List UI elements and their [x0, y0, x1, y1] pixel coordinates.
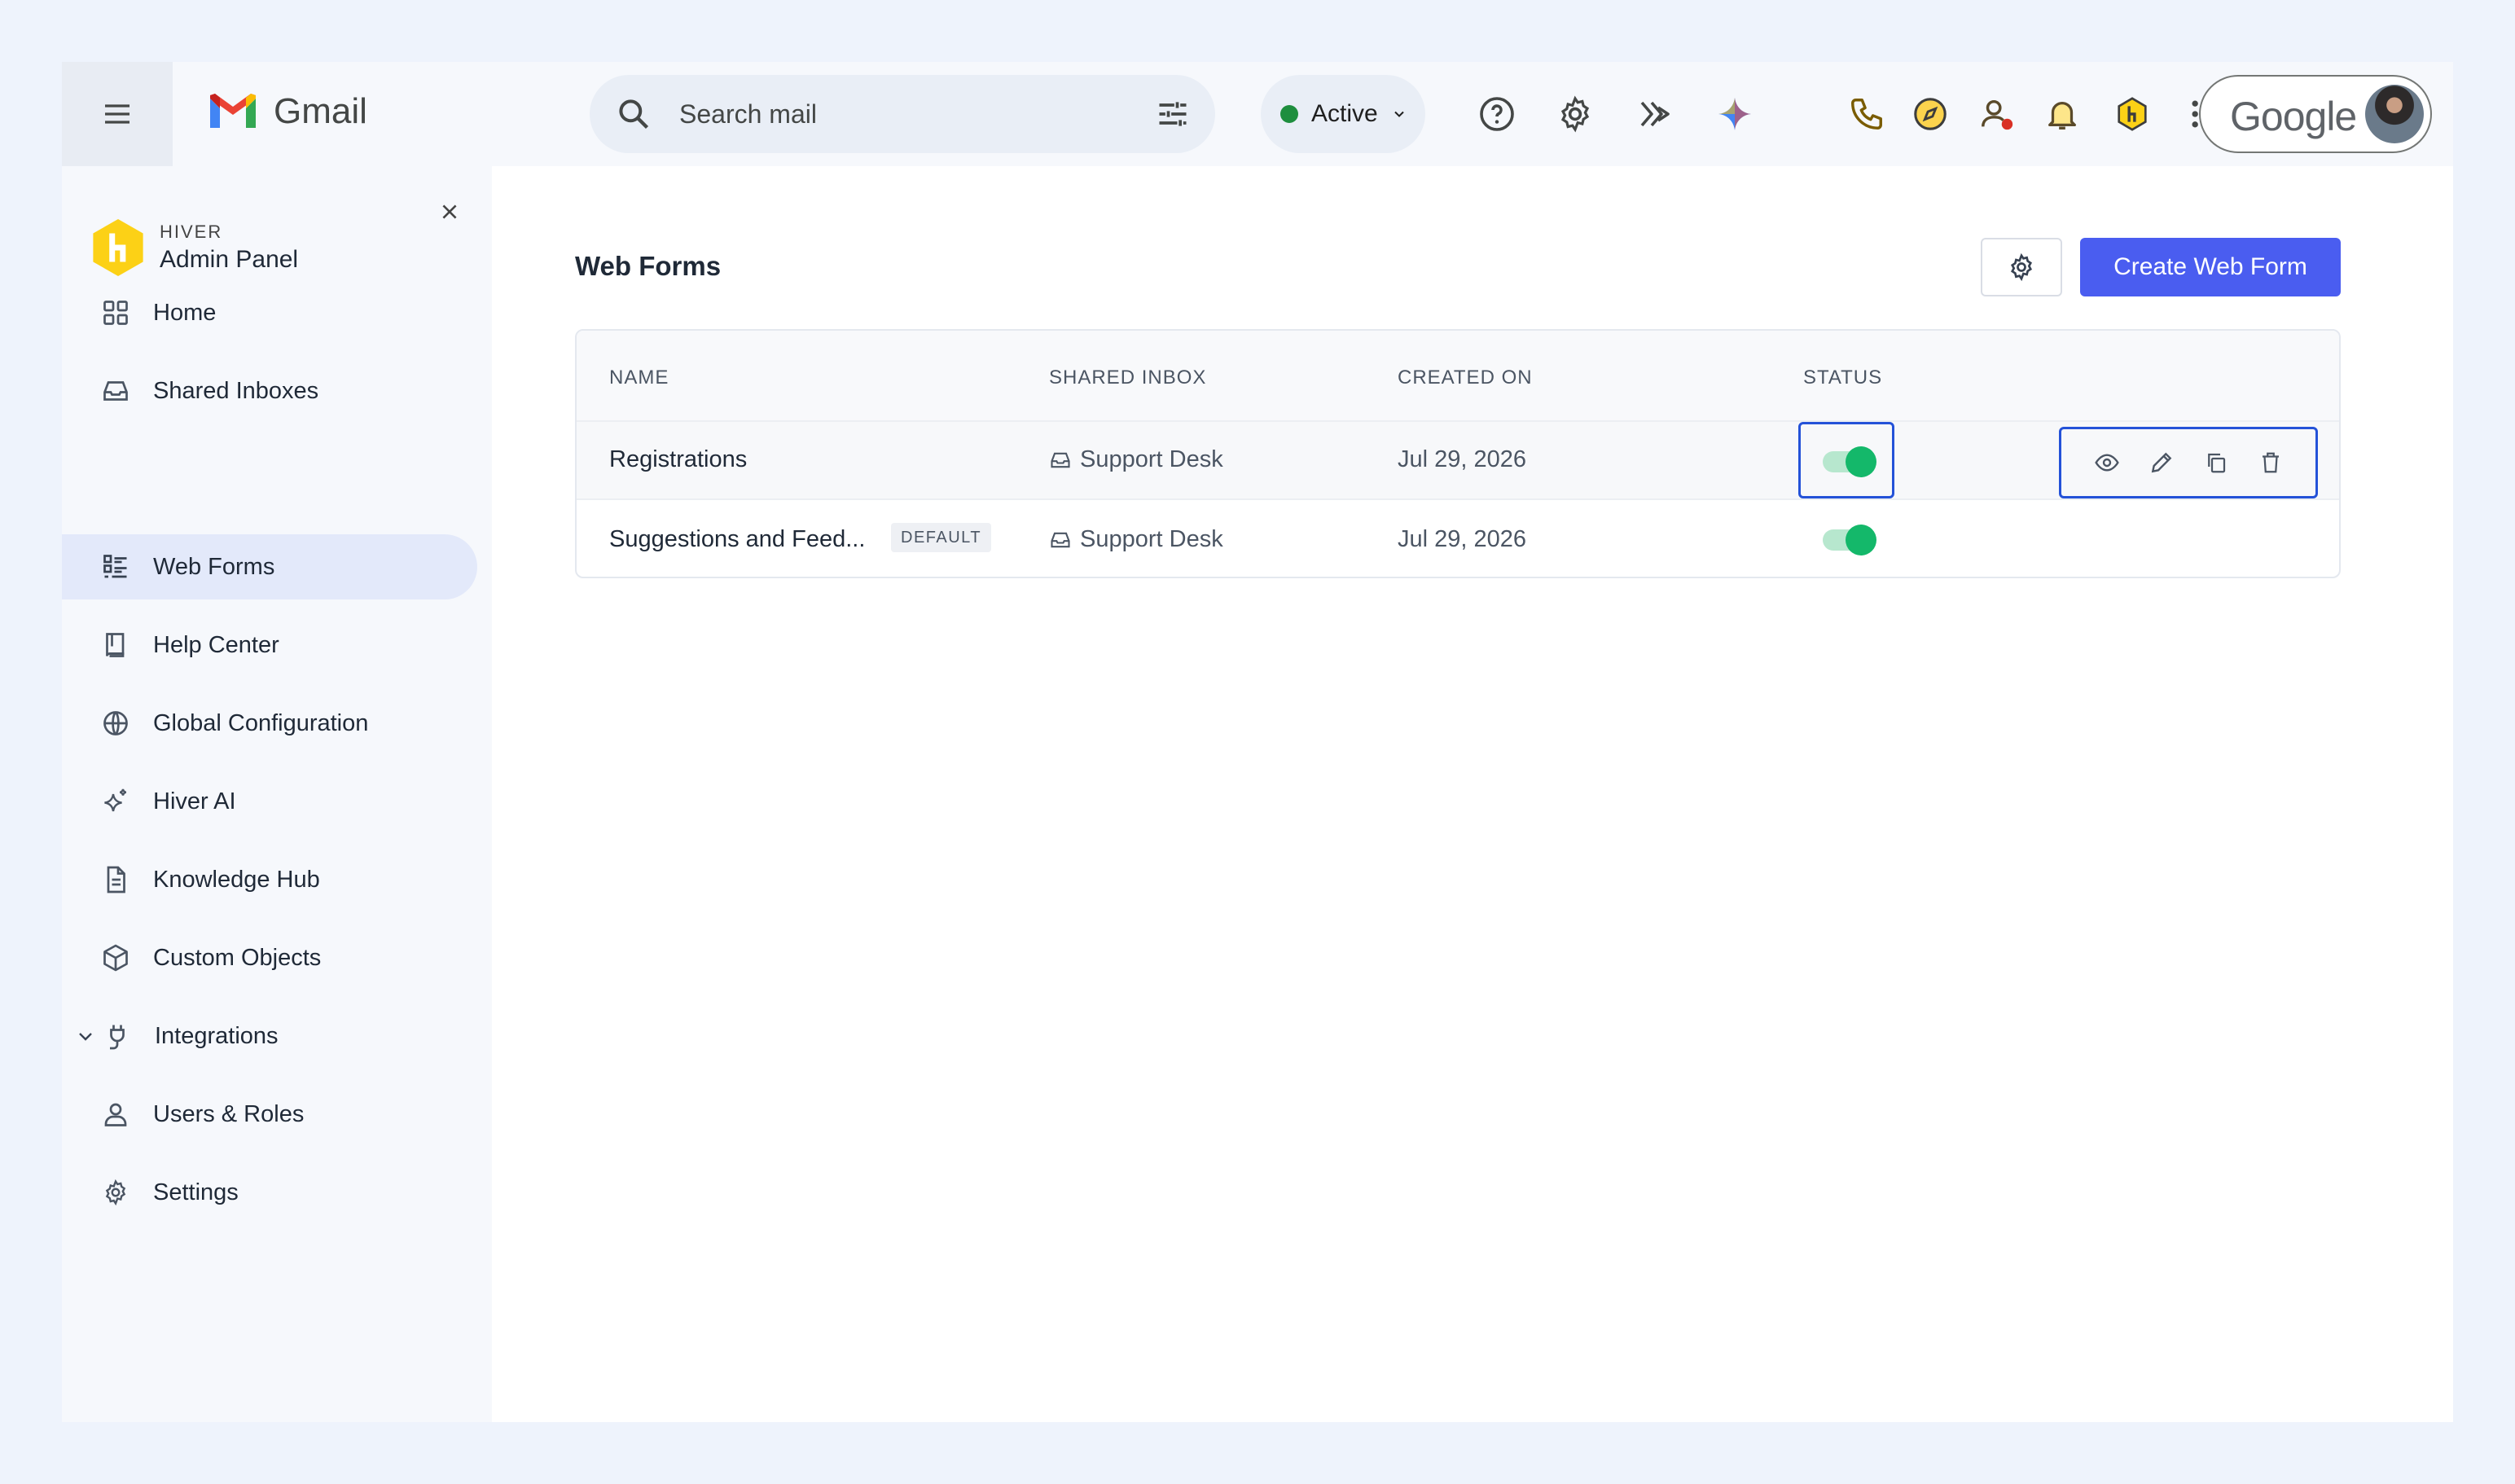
bell-icon[interactable]	[2039, 91, 2085, 137]
sidebar-item-label: Help Center	[153, 631, 279, 658]
column-header-status[interactable]: STATUS	[1803, 367, 1882, 389]
app-frame: Gmail Active	[62, 62, 2453, 1422]
column-header-created-on[interactable]: CREATED ON	[1398, 367, 1533, 389]
help-icon[interactable]	[1474, 91, 1520, 137]
sparkle-icon	[99, 785, 132, 818]
admin-sidebar: HIVER Admin Panel Home Shared Inboxes We…	[62, 166, 492, 1422]
gear-icon	[99, 1176, 132, 1209]
sidebar-item-label: Integrations	[155, 1022, 279, 1049]
google-wordmark: Google	[2230, 94, 2357, 139]
toggle-knob	[1846, 446, 1876, 477]
book-icon	[99, 629, 132, 661]
main-menu-button[interactable]	[62, 62, 173, 166]
gear-icon	[2010, 252, 2033, 282]
account-button[interactable]: Google	[2199, 75, 2432, 153]
default-badge: DEFAULT	[891, 523, 992, 552]
sidebar-item-users-roles[interactable]: Users & Roles	[62, 1082, 477, 1147]
form-list-icon	[99, 551, 132, 583]
sidebar-item-global-configuration[interactable]: Global Configuration	[62, 691, 477, 756]
hiver-logo-icon	[93, 219, 143, 276]
gmail-topbar: Gmail Active	[62, 62, 2453, 166]
sidebar-item-web-forms[interactable]: Web Forms	[62, 534, 477, 599]
gmail-logo-text: Gmail	[274, 91, 367, 131]
created-date: Jul 29, 2026	[1398, 526, 1527, 552]
hiver-brand-label: HIVER	[160, 222, 223, 242]
sidebar-item-help-center[interactable]: Help Center	[62, 612, 477, 678]
edit-pencil-icon[interactable]	[2142, 443, 2181, 482]
sidebar-item-home[interactable]: Home	[62, 280, 477, 345]
close-panel-button[interactable]	[433, 195, 466, 228]
sidebar-item-hiver-ai[interactable]: Hiver AI	[62, 769, 477, 834]
status-toggle[interactable]	[1823, 525, 1876, 555]
settings-gear-icon[interactable]	[1552, 91, 1598, 137]
sidebar-item-label: Knowledge Hub	[153, 866, 320, 893]
inbox-icon	[1051, 532, 1070, 547]
shared-inbox-cell: Support Desk	[1049, 526, 1223, 553]
gmail-logo[interactable]: Gmail	[207, 91, 367, 132]
web-forms-table: NAME SHARED INBOX CREATED ON STATUS Regi…	[575, 329, 2341, 578]
column-header-shared-inbox[interactable]: SHARED INBOX	[1049, 367, 1206, 389]
duplicate-icon[interactable]	[2197, 443, 2236, 482]
table-row[interactable]: Registrations Support Desk Jul 29, 2026	[577, 422, 2339, 500]
view-icon[interactable]	[2087, 443, 2127, 482]
sidebar-item-label: Hiver AI	[153, 788, 236, 814]
page-title: Web Forms	[575, 251, 722, 281]
sidebar-item-custom-objects[interactable]: Custom Objects	[62, 925, 477, 990]
shared-inbox-name: Support Desk	[1080, 446, 1223, 472]
table-header: NAME SHARED INBOX CREATED ON STATUS	[577, 331, 2339, 422]
create-web-form-button[interactable]: Create Web Form	[2080, 238, 2341, 296]
form-name[interactable]: Suggestions and Feed...	[609, 526, 865, 553]
status-label: Active	[1311, 100, 1378, 127]
hamburger-icon	[105, 104, 129, 124]
avatar[interactable]	[2365, 85, 2424, 143]
user-alert-icon[interactable]	[1974, 91, 2020, 137]
sidebar-item-integrations[interactable]: Integrations	[62, 1003, 477, 1069]
shared-inbox-name: Support Desk	[1080, 526, 1223, 552]
user-icon	[99, 1098, 132, 1131]
grid-icon	[99, 296, 132, 329]
sidebar-item-label: Shared Inboxes	[153, 377, 319, 404]
cube-icon	[99, 942, 132, 974]
status-selector[interactable]: Active	[1261, 75, 1425, 153]
delete-trash-icon[interactable]	[2251, 443, 2290, 482]
sidebar-item-knowledge-hub[interactable]: Knowledge Hub	[62, 847, 477, 912]
shared-inbox-cell: Support Desk	[1049, 446, 1223, 473]
form-settings-button[interactable]	[1981, 238, 2062, 296]
form-name[interactable]: Registrations	[609, 446, 747, 473]
phone-icon[interactable]	[1844, 91, 1890, 137]
created-date: Jul 29, 2026	[1398, 446, 1527, 472]
close-icon	[442, 204, 457, 219]
gmail-m-icon	[210, 94, 256, 128]
toggle-knob	[1846, 525, 1876, 555]
column-header-name[interactable]: NAME	[609, 367, 669, 389]
globe-icon	[99, 707, 132, 740]
row-actions	[2059, 427, 2318, 498]
inbox-icon	[1051, 452, 1070, 468]
status-toggle[interactable]	[1823, 446, 1876, 477]
search-icon[interactable]	[616, 96, 652, 132]
admin-panel-title: Admin Panel	[160, 246, 299, 273]
sidebar-item-label: Custom Objects	[153, 944, 322, 971]
chevron-down-icon	[1394, 111, 1404, 117]
sidebar-item-label: Global Configuration	[153, 709, 369, 736]
forward-arrows-icon[interactable]	[1632, 91, 1678, 137]
gemini-sparkle-icon[interactable]	[1712, 91, 1758, 137]
search-bar[interactable]	[590, 75, 1215, 153]
sidebar-item-settings[interactable]: Settings	[62, 1160, 477, 1225]
search-input[interactable]	[679, 94, 1135, 134]
sidebar-item-label: Home	[153, 299, 217, 326]
document-icon	[99, 863, 132, 896]
sidebar-item-label: Users & Roles	[153, 1100, 305, 1127]
sidebar-item-label: Settings	[153, 1179, 239, 1205]
inbox-icon	[99, 375, 132, 407]
chevron-down-icon[interactable]	[73, 1024, 98, 1048]
search-options-icon[interactable]	[1155, 96, 1191, 132]
status-dot	[1280, 105, 1298, 123]
compass-icon[interactable]	[1907, 91, 1953, 137]
sidebar-item-shared-inboxes[interactable]: Shared Inboxes	[62, 358, 477, 424]
plug-icon	[101, 1020, 134, 1052]
hiver-hex-icon[interactable]	[2109, 91, 2155, 137]
sidebar-item-label: Web Forms	[153, 553, 275, 580]
table-row[interactable]: Suggestions and Feed... DEFAULT Support …	[577, 502, 2339, 577]
